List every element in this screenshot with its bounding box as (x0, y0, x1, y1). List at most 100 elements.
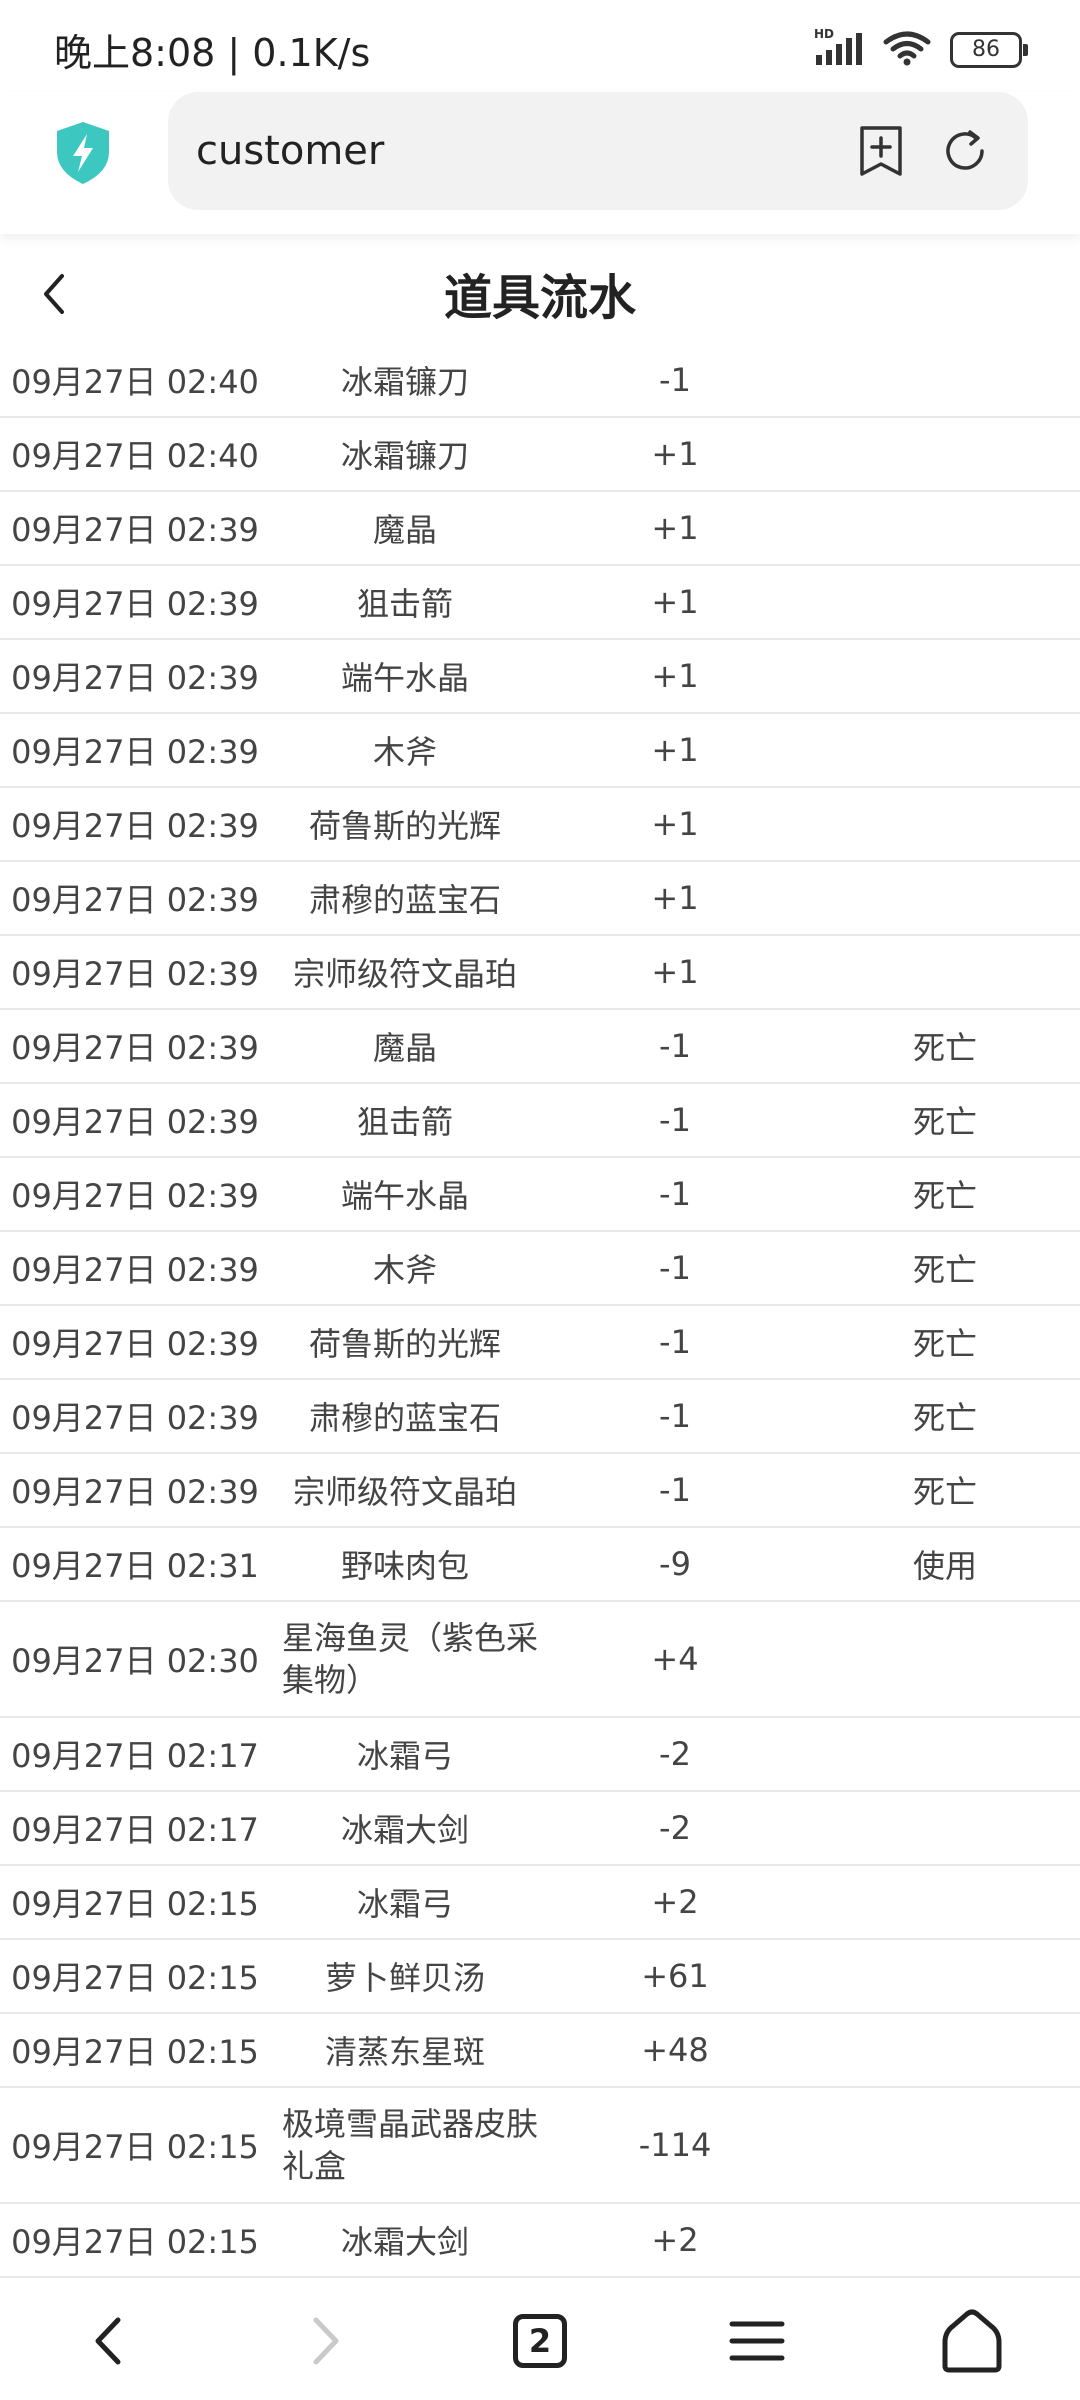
reason-cell: 死亡 (912, 1029, 977, 1067)
tabs-count: 2 (513, 2314, 567, 2368)
item-cell: 清蒸东星斑 (324, 2033, 485, 2071)
item-cell: 木斧 (372, 733, 437, 771)
time-cell: 09月27日 02:31 (11, 1547, 259, 1585)
item-cell: 魔晶 (372, 1029, 437, 1067)
item-cell: 星海鱼灵（紫色采集物） (282, 1619, 539, 1699)
table-row: 09月27日 02:15 极境雪晶武器皮肤礼盒 -114 (0, 2088, 1080, 2204)
shield-icon[interactable] (54, 120, 112, 186)
item-cell: 宗师级符文晶珀 (292, 1473, 517, 1511)
table-row: 09月27日 02:39 端午水晶 +1 (0, 640, 1080, 714)
item-cell: 冰霜弓 (356, 1885, 453, 1923)
table-row: 09月27日 02:39 魔晶 +1 (0, 492, 1080, 566)
table-row: 09月27日 02:39 肃穆的蓝宝石 +1 (0, 862, 1080, 936)
time-cell: 09月27日 02:40 (11, 363, 259, 401)
reason-cell (850, 1602, 1040, 1716)
reason-cell (850, 492, 1040, 564)
item-cell: 端午水晶 (340, 1177, 469, 1215)
item-log-table: 09月27日 02:40 冰霜镰刀 -1 09月27日 02:40 冰霜镰刀 +… (0, 344, 1080, 2278)
quantity-cell: -2 (659, 1809, 691, 1847)
time-cell: 09月27日 02:15 (11, 2033, 259, 2071)
item-cell: 肃穆的蓝宝石 (308, 881, 501, 919)
time-cell: 09月27日 02:15 (11, 2128, 259, 2166)
menu-icon[interactable] (722, 2306, 792, 2376)
refresh-icon[interactable] (940, 124, 990, 178)
back-nav-icon[interactable] (74, 2306, 144, 2376)
time-cell: 09月27日 02:39 (11, 1177, 259, 1215)
reason-cell (850, 2014, 1040, 2086)
url-text[interactable]: customer (196, 128, 384, 174)
quantity-cell: +1 (651, 953, 699, 991)
reason-cell: 死亡 (912, 1177, 977, 1215)
time-cell: 09月27日 02:39 (11, 1399, 259, 1437)
time-cell: 09月27日 02:30 (11, 1642, 259, 1680)
page-header: 道具流水 (0, 234, 1080, 352)
quantity-cell: +61 (641, 1957, 709, 1995)
item-cell: 冰霜镰刀 (340, 437, 469, 475)
table-row: 09月27日 02:40 冰霜镰刀 -1 (0, 344, 1080, 418)
reason-cell (850, 788, 1040, 860)
table-row: 09月27日 02:15 冰霜弓 +2 (0, 1866, 1080, 1940)
quantity-cell: +1 (651, 509, 699, 547)
status-time-speed: 晚上8:08 | 0.1K/s (54, 31, 371, 75)
time-cell: 09月27日 02:39 (11, 807, 259, 845)
table-row: 09月27日 02:17 冰霜大剑 -2 (0, 1792, 1080, 1866)
item-cell: 冰霜镰刀 (340, 363, 469, 401)
quantity-cell: +2 (651, 2221, 699, 2259)
reason-cell (850, 418, 1040, 490)
quantity-cell: -1 (659, 1027, 691, 1065)
quantity-cell: +1 (651, 583, 699, 621)
table-row: 09月27日 02:39 宗师级符文晶珀 -1 死亡 (0, 1454, 1080, 1528)
reason-cell (850, 2088, 1040, 2202)
home-icon[interactable] (937, 2306, 1007, 2376)
reason-cell (850, 862, 1040, 934)
time-cell: 09月27日 02:17 (11, 1737, 259, 1775)
item-cell: 荷鲁斯的光辉 (308, 807, 501, 845)
table-row: 09月27日 02:39 端午水晶 -1 死亡 (0, 1158, 1080, 1232)
item-cell: 魔晶 (372, 511, 437, 549)
url-bar[interactable]: customer (168, 92, 1028, 210)
time-cell: 09月27日 02:15 (11, 2223, 259, 2261)
quantity-cell: +1 (651, 435, 699, 473)
reason-cell (850, 1866, 1040, 1938)
quantity-cell: -1 (659, 1249, 691, 1287)
signal-icon: HD (814, 27, 864, 67)
reason-cell (850, 2204, 1040, 2276)
time-cell: 09月27日 02:39 (11, 585, 259, 623)
table-row: 09月27日 02:39 宗师级符文晶珀 +1 (0, 936, 1080, 1010)
reason-cell: 死亡 (912, 1473, 977, 1511)
item-cell: 狙击箭 (356, 1103, 453, 1141)
quantity-cell: +48 (641, 2031, 709, 2069)
bottom-navigation: 2 (0, 2280, 1080, 2400)
quantity-cell: -9 (659, 1545, 691, 1583)
time-cell: 09月27日 02:39 (11, 1103, 259, 1141)
tabs-nav-button[interactable]: 2 (505, 2306, 575, 2376)
status-icons: HD 86 (814, 27, 1028, 70)
reason-cell (850, 1718, 1040, 1790)
reason-cell (850, 1792, 1040, 1864)
time-cell: 09月27日 02:39 (11, 955, 259, 993)
table-row: 09月27日 02:39 狙击箭 -1 死亡 (0, 1084, 1080, 1158)
table-row: 09月27日 02:39 肃穆的蓝宝石 -1 死亡 (0, 1380, 1080, 1454)
quantity-cell: -1 (659, 1471, 691, 1509)
item-cell: 宗师级符文晶珀 (292, 955, 517, 993)
reason-cell (850, 566, 1040, 638)
table-row: 09月27日 02:15 萝卜鲜贝汤 +61 (0, 1940, 1080, 2014)
quantity-cell: +1 (651, 657, 699, 695)
time-cell: 09月27日 02:40 (11, 437, 259, 475)
quantity-cell: -1 (659, 1323, 691, 1361)
time-cell: 09月27日 02:15 (11, 1885, 259, 1923)
battery-icon: 86 (950, 32, 1028, 68)
reason-cell (850, 344, 1040, 416)
table-row: 09月27日 02:15 清蒸东星斑 +48 (0, 2014, 1080, 2088)
page-title: 道具流水 (443, 270, 636, 326)
reason-cell (850, 1940, 1040, 2012)
bookmark-add-icon[interactable] (856, 124, 906, 178)
wifi-icon (882, 30, 932, 70)
quantity-cell: -1 (659, 1397, 691, 1435)
forward-nav-icon[interactable] (290, 2306, 360, 2376)
item-cell: 冰霜大剑 (340, 1811, 469, 1849)
quantity-cell: +1 (651, 879, 699, 917)
reason-cell: 死亡 (912, 1103, 977, 1141)
quantity-cell: +2 (651, 1883, 699, 1921)
time-cell: 09月27日 02:39 (11, 733, 259, 771)
